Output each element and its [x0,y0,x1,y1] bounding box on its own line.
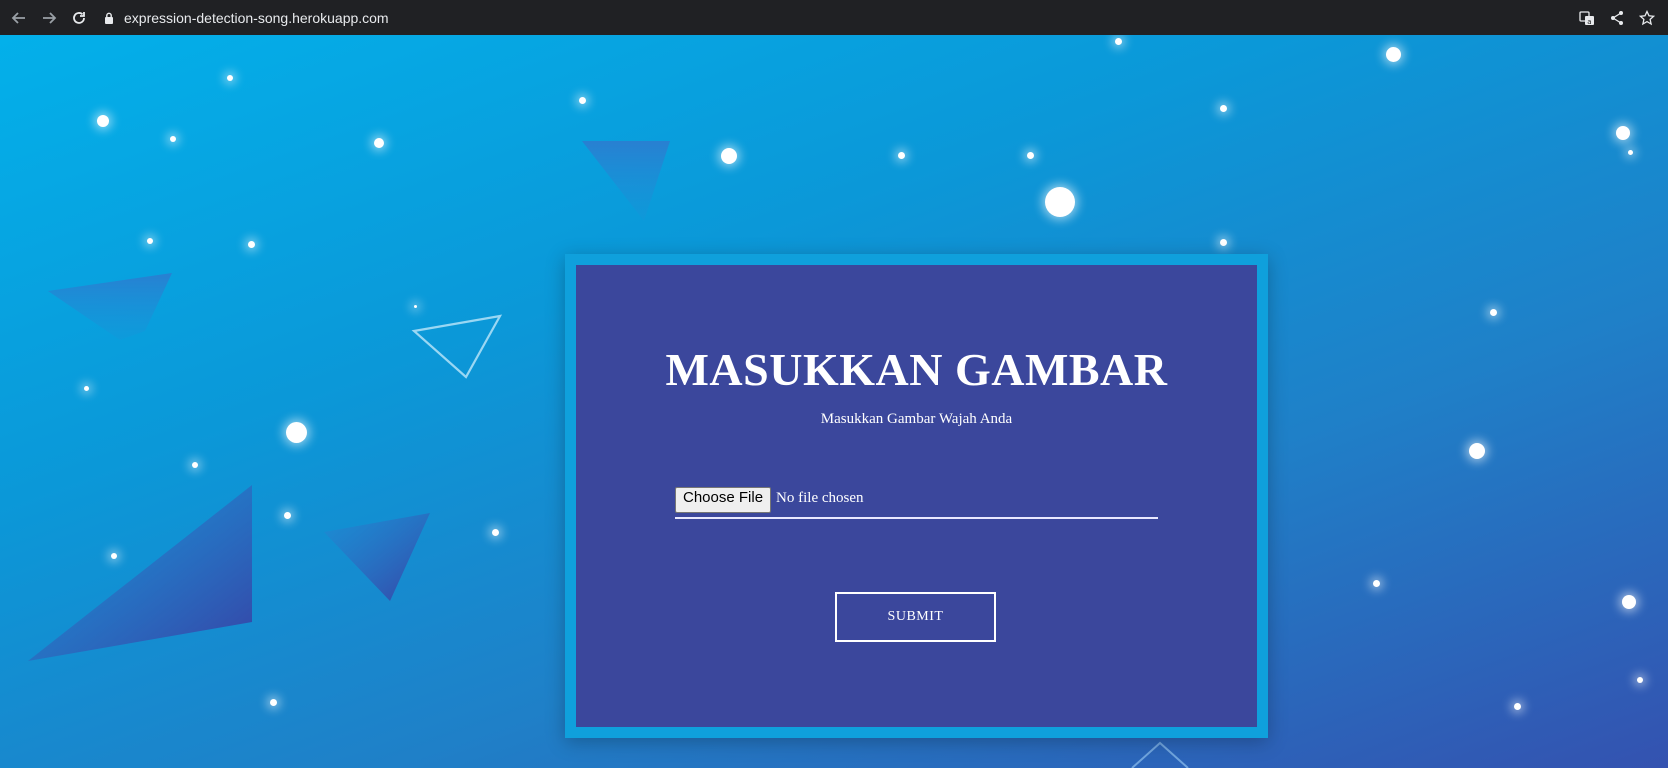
lock-icon [104,12,114,24]
forward-arrow-icon [43,11,57,24]
forward-button[interactable] [38,7,60,29]
triangle-shape [582,141,670,221]
submit-button[interactable]: SUBMIT [835,592,996,642]
star-dot [1628,150,1633,155]
star-dot [492,529,499,536]
star-dot [1622,595,1636,609]
url-text: expression-detection-song.herokuapp.com [124,9,389,26]
star-dot [84,386,89,391]
triangle-outline-shape [411,314,503,379]
reload-icon [73,11,85,24]
star-dot [111,553,117,559]
star-dot [1027,152,1034,159]
page-background: MASUKKAN GAMBAR Masukkan Gambar Wajah An… [0,35,1668,768]
upload-form: MASUKKAN GAMBAR Masukkan Gambar Wajah An… [576,265,1257,727]
reload-button[interactable] [68,7,90,29]
star-dot [1514,703,1521,710]
star-dot [1220,105,1227,112]
star-dot [414,305,417,308]
star-dot [192,462,198,468]
choose-file-button[interactable]: Choose File [675,487,772,513]
upload-card: MASUKKAN GAMBAR Masukkan Gambar Wajah An… [565,254,1268,738]
star-dot [1616,126,1630,140]
star-dot [147,238,153,244]
back-arrow-icon [11,11,25,24]
back-button[interactable] [8,7,30,29]
star-dot [898,152,905,159]
triangle-shape [28,485,252,661]
browser-toolbar: expression-detection-song.herokuapp.com … [0,0,1668,35]
star-dot [1115,38,1122,45]
star-dot [1220,239,1227,246]
star-dot [1490,309,1497,316]
star-dot [1637,677,1643,683]
file-status-text: No file chosen [776,490,864,506]
star-dot [284,512,291,519]
star-dot [1469,443,1485,459]
triangle-outline-shape [1131,741,1189,768]
star-dot [170,136,176,142]
address-bar[interactable]: expression-detection-song.herokuapp.com [104,10,389,26]
page-subtitle: Masukkan Gambar Wajah Anda [820,411,1013,427]
triangle-shape [48,273,172,340]
star-dot [97,115,109,127]
star-dot [227,75,233,81]
star-dot [1045,187,1075,217]
triangle-shape [324,513,430,601]
star-dot [579,97,586,104]
file-input[interactable]: Choose File No file chosen [675,487,1158,519]
svg-text:a: a [1587,18,1591,26]
star-dot [721,148,737,164]
translate-icon[interactable]: a [1578,9,1596,27]
share-icon[interactable] [1608,9,1626,27]
star-dot [270,699,277,706]
page-title: MASUKKAN GAMBAR [665,344,1168,395]
star-dot [1386,47,1401,62]
star-dot [248,241,255,248]
star-dot [286,422,307,443]
star-dot [1373,580,1380,587]
star-dot [374,138,384,148]
bookmark-star-icon[interactable] [1638,9,1656,27]
